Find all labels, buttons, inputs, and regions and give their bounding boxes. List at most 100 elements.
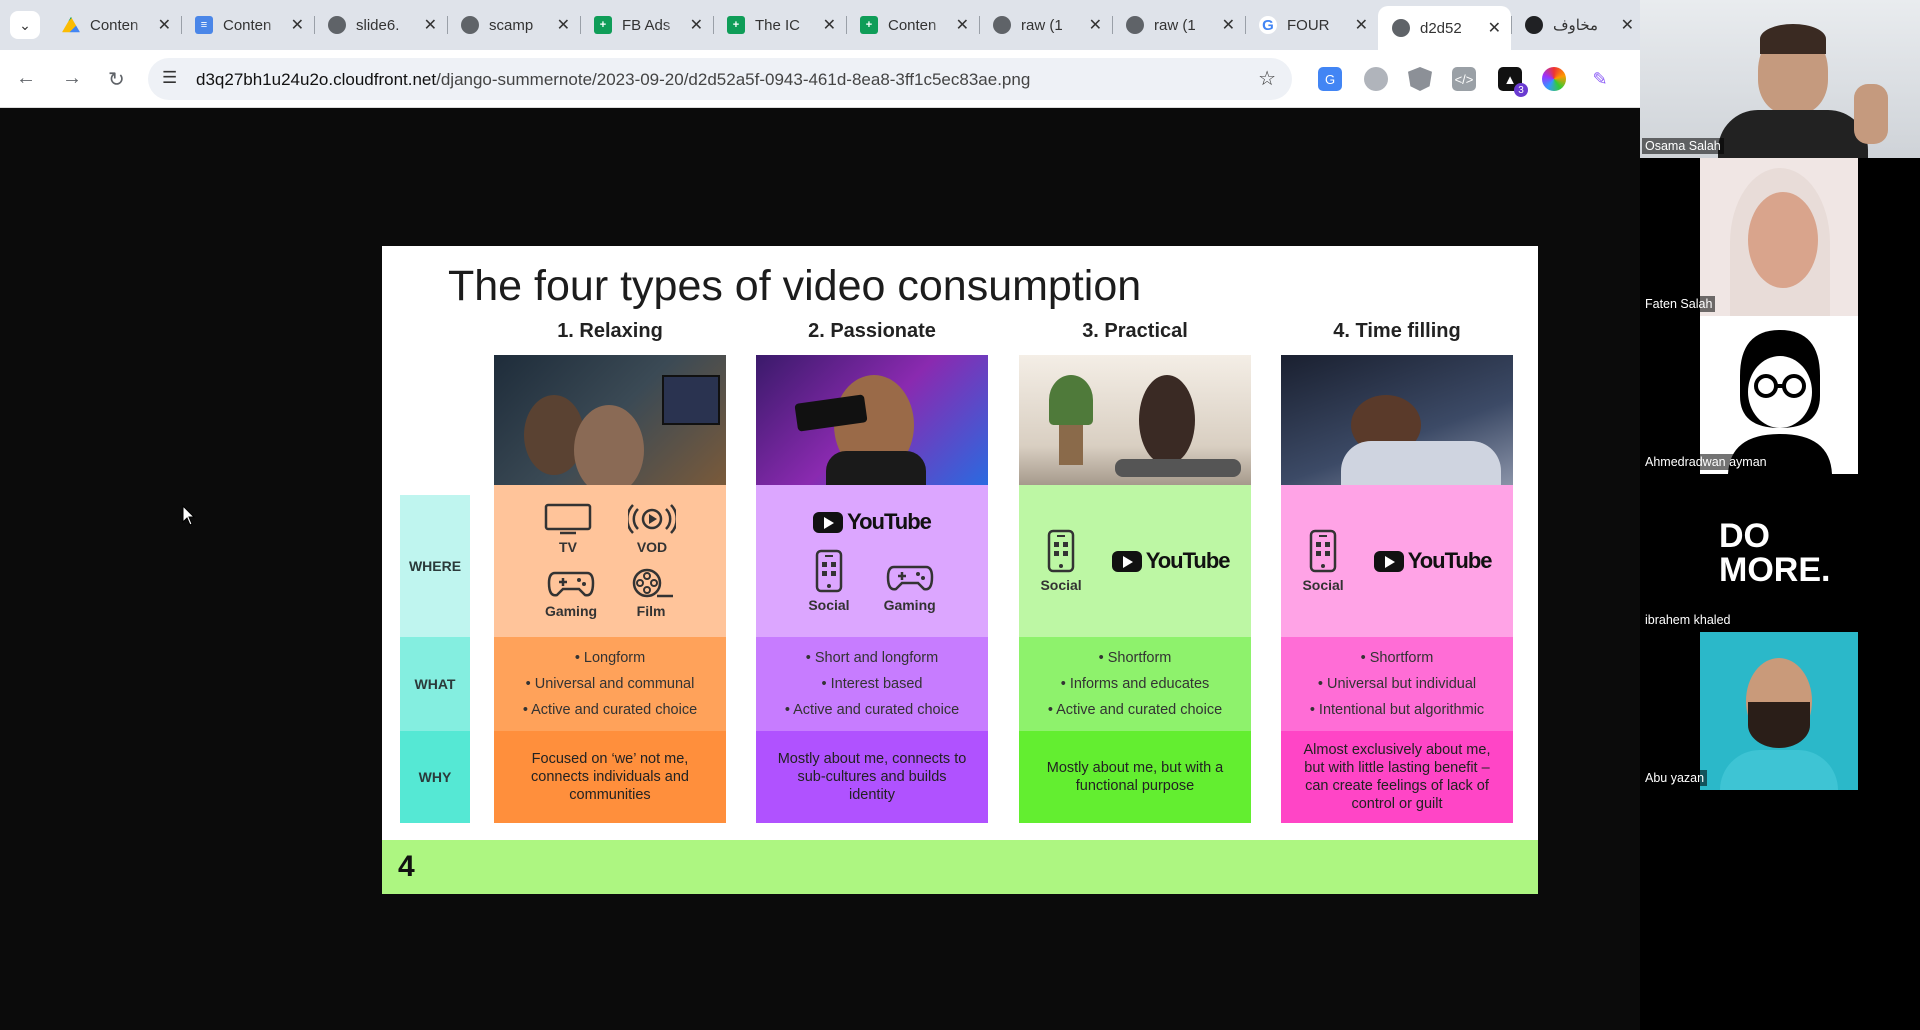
forward-button[interactable]: → [62, 67, 82, 90]
phone-icon: Social [1302, 529, 1344, 593]
youtube-logo: YouTube [1111, 548, 1231, 574]
what-bullet: • Universal and communal [525, 676, 695, 692]
slide-footer: 4 [382, 840, 1538, 894]
close-tab-icon[interactable]: ✕ [956, 15, 969, 35]
icon-label: Film [636, 603, 666, 619]
close-tab-icon[interactable]: ✕ [158, 15, 171, 35]
film-reel-icon: Film [627, 567, 675, 619]
where-passionate: YouTube Social Gaming [756, 485, 988, 637]
icon-label: Social [1040, 577, 1082, 593]
icon-label: VOD [636, 539, 668, 555]
why-text: Almost exclusively about me, but with li… [1303, 742, 1491, 812]
participant-name: ibrahem khaled [1642, 612, 1734, 628]
openai-icon [1525, 16, 1543, 34]
slide-title: The four types of video consumption [448, 262, 1142, 310]
tab-title: Conten [223, 16, 272, 34]
tab-title: slide6. [356, 16, 400, 34]
color-extension-icon[interactable] [1542, 67, 1566, 91]
url-host: d3q27bh1u24u2o.cloudfront.net [196, 70, 437, 89]
browser-tab[interactable]: مخاوف ✕ [1511, 6, 1644, 44]
browser-tab[interactable]: G FOUR ✕ [1245, 6, 1378, 44]
graduation-cap-extension-icon[interactable]: ▲ 3 [1498, 67, 1528, 97]
why-practical: Mostly about me, but with a functional p… [1019, 731, 1251, 823]
close-tab-icon[interactable]: ✕ [424, 15, 437, 35]
google-icon: G [1259, 16, 1277, 34]
close-tab-icon[interactable]: ✕ [1355, 15, 1368, 35]
globe-icon [993, 16, 1011, 34]
browser-tab[interactable]: ≡ Conten ✕ [181, 6, 314, 44]
close-tab-icon[interactable]: ✕ [823, 15, 836, 35]
participant-tile[interactable]: DO MORE. ibrahem khaled [1640, 474, 1920, 632]
tab-title: مخاوف [1553, 17, 1599, 34]
what-relaxing: • Longform • Universal and communal • Ac… [494, 637, 726, 731]
youtube-play-icon [1111, 550, 1142, 572]
participant-name: Ahmedradwan ayman [1642, 454, 1770, 470]
browser-tab[interactable]: d2d52 ✕ [1378, 6, 1511, 50]
url-text[interactable]: d3q27bh1u24u2o.cloudfront.net/django-sum… [196, 70, 1030, 90]
gamepad-icon: Gaming [884, 549, 936, 613]
icon-label: Gaming [883, 597, 936, 613]
passionate-photo [756, 355, 988, 485]
what-bullet: • Short and longform [805, 650, 939, 666]
browser-tab[interactable]: scamp ✕ [447, 6, 580, 44]
browser-tab[interactable]: slide6. ✕ [314, 6, 447, 44]
browser-tab[interactable]: raw (1 ✕ [979, 6, 1112, 44]
browser-window: ⌄ Conten ✕ ≡ Conten ✕ slide6. ✕ scamp ✕ + FB Ads ✕ +… [0, 0, 1640, 1030]
what-practical: • Shortform • Informs and educates • Act… [1019, 637, 1251, 731]
tab-title: raw (1 [1021, 16, 1063, 34]
what-bullet: • Active and curated choice [522, 702, 698, 718]
participant-name: Faten Salah [1642, 296, 1716, 312]
browser-tab[interactable]: + Conten ✕ [846, 6, 979, 44]
what-bullet: • Longform [574, 650, 646, 666]
close-tab-icon[interactable]: ✕ [291, 15, 304, 35]
participant-tile[interactable]: Faten Salah [1640, 158, 1920, 316]
back-button[interactable]: ← [16, 67, 36, 90]
participant-tile[interactable]: Abu yazan [1640, 632, 1920, 790]
browser-tab[interactable]: Conten ✕ [48, 6, 181, 44]
column-heading-passionate: 2. Passionate [808, 320, 936, 342]
sheets-icon: + [594, 16, 612, 34]
browser-tab[interactable]: + FB Ads ✕ [580, 6, 713, 44]
close-tab-icon[interactable]: ✕ [557, 15, 570, 35]
close-tab-icon[interactable]: ✕ [1621, 15, 1634, 35]
tab-search-button[interactable]: ⌄ [10, 11, 40, 39]
column-heading-practical: 3. Practical [1082, 320, 1188, 342]
participant-name: Osama Salah [1642, 138, 1724, 154]
address-bar[interactable]: ☰ d3q27bh1u24u2o.cloudfront.net/django-s… [148, 58, 1292, 100]
globe-icon [461, 16, 479, 34]
tab-title: Conten [90, 16, 139, 34]
close-tab-icon[interactable]: ✕ [690, 15, 703, 35]
close-tab-icon[interactable]: ✕ [1488, 18, 1501, 38]
youtube-play-icon [1373, 550, 1404, 572]
where-relaxing: TV VOD Gaming Film [494, 485, 726, 637]
what-bullet: • Active and curated choice [784, 702, 960, 718]
tab-title: d2d52 [1420, 19, 1462, 37]
globe-icon [328, 16, 346, 34]
reload-button[interactable]: ↻ [108, 67, 125, 92]
youtube-wordmark: YouTube [847, 509, 932, 534]
extension-icon[interactable] [1364, 67, 1388, 91]
where-time-filling: Social YouTube [1281, 485, 1513, 637]
participant-tile[interactable]: Ahmedradwan ayman [1640, 316, 1920, 474]
youtube-logo: YouTube [1373, 548, 1493, 574]
pen-extension-icon[interactable]: ✎ [1588, 67, 1612, 91]
gamepad-icon: Gaming [545, 567, 597, 619]
translate-extension-icon[interactable]: G [1318, 67, 1342, 91]
site-info-icon[interactable]: ☰ [162, 68, 177, 88]
bookmark-star-icon[interactable]: ☆ [1258, 66, 1276, 91]
close-tab-icon[interactable]: ✕ [1222, 15, 1235, 35]
tab-title: The IC [755, 16, 801, 34]
what-time-filling: • Shortform • Universal but individual •… [1281, 637, 1513, 731]
youtube-wordmark: YouTube [1145, 548, 1231, 573]
close-tab-icon[interactable]: ✕ [1089, 15, 1102, 35]
channel4-logo: 4 [398, 850, 415, 883]
browser-tab[interactable]: raw (1 ✕ [1112, 6, 1245, 44]
toolbar: ← → ↻ ☰ d3q27bh1u24u2o.cloudfront.net/dj… [0, 50, 1640, 108]
shield-extension-icon[interactable] [1408, 67, 1432, 91]
avatar-icon [1728, 330, 1832, 474]
participant-tile[interactable]: Osama Salah [1640, 0, 1920, 158]
code-extension-icon[interactable]: </> [1452, 67, 1476, 91]
browser-tab[interactable]: + The IC ✕ [713, 6, 846, 44]
youtube-play-icon [813, 511, 844, 533]
what-bullet: • Shortform [1098, 650, 1172, 666]
